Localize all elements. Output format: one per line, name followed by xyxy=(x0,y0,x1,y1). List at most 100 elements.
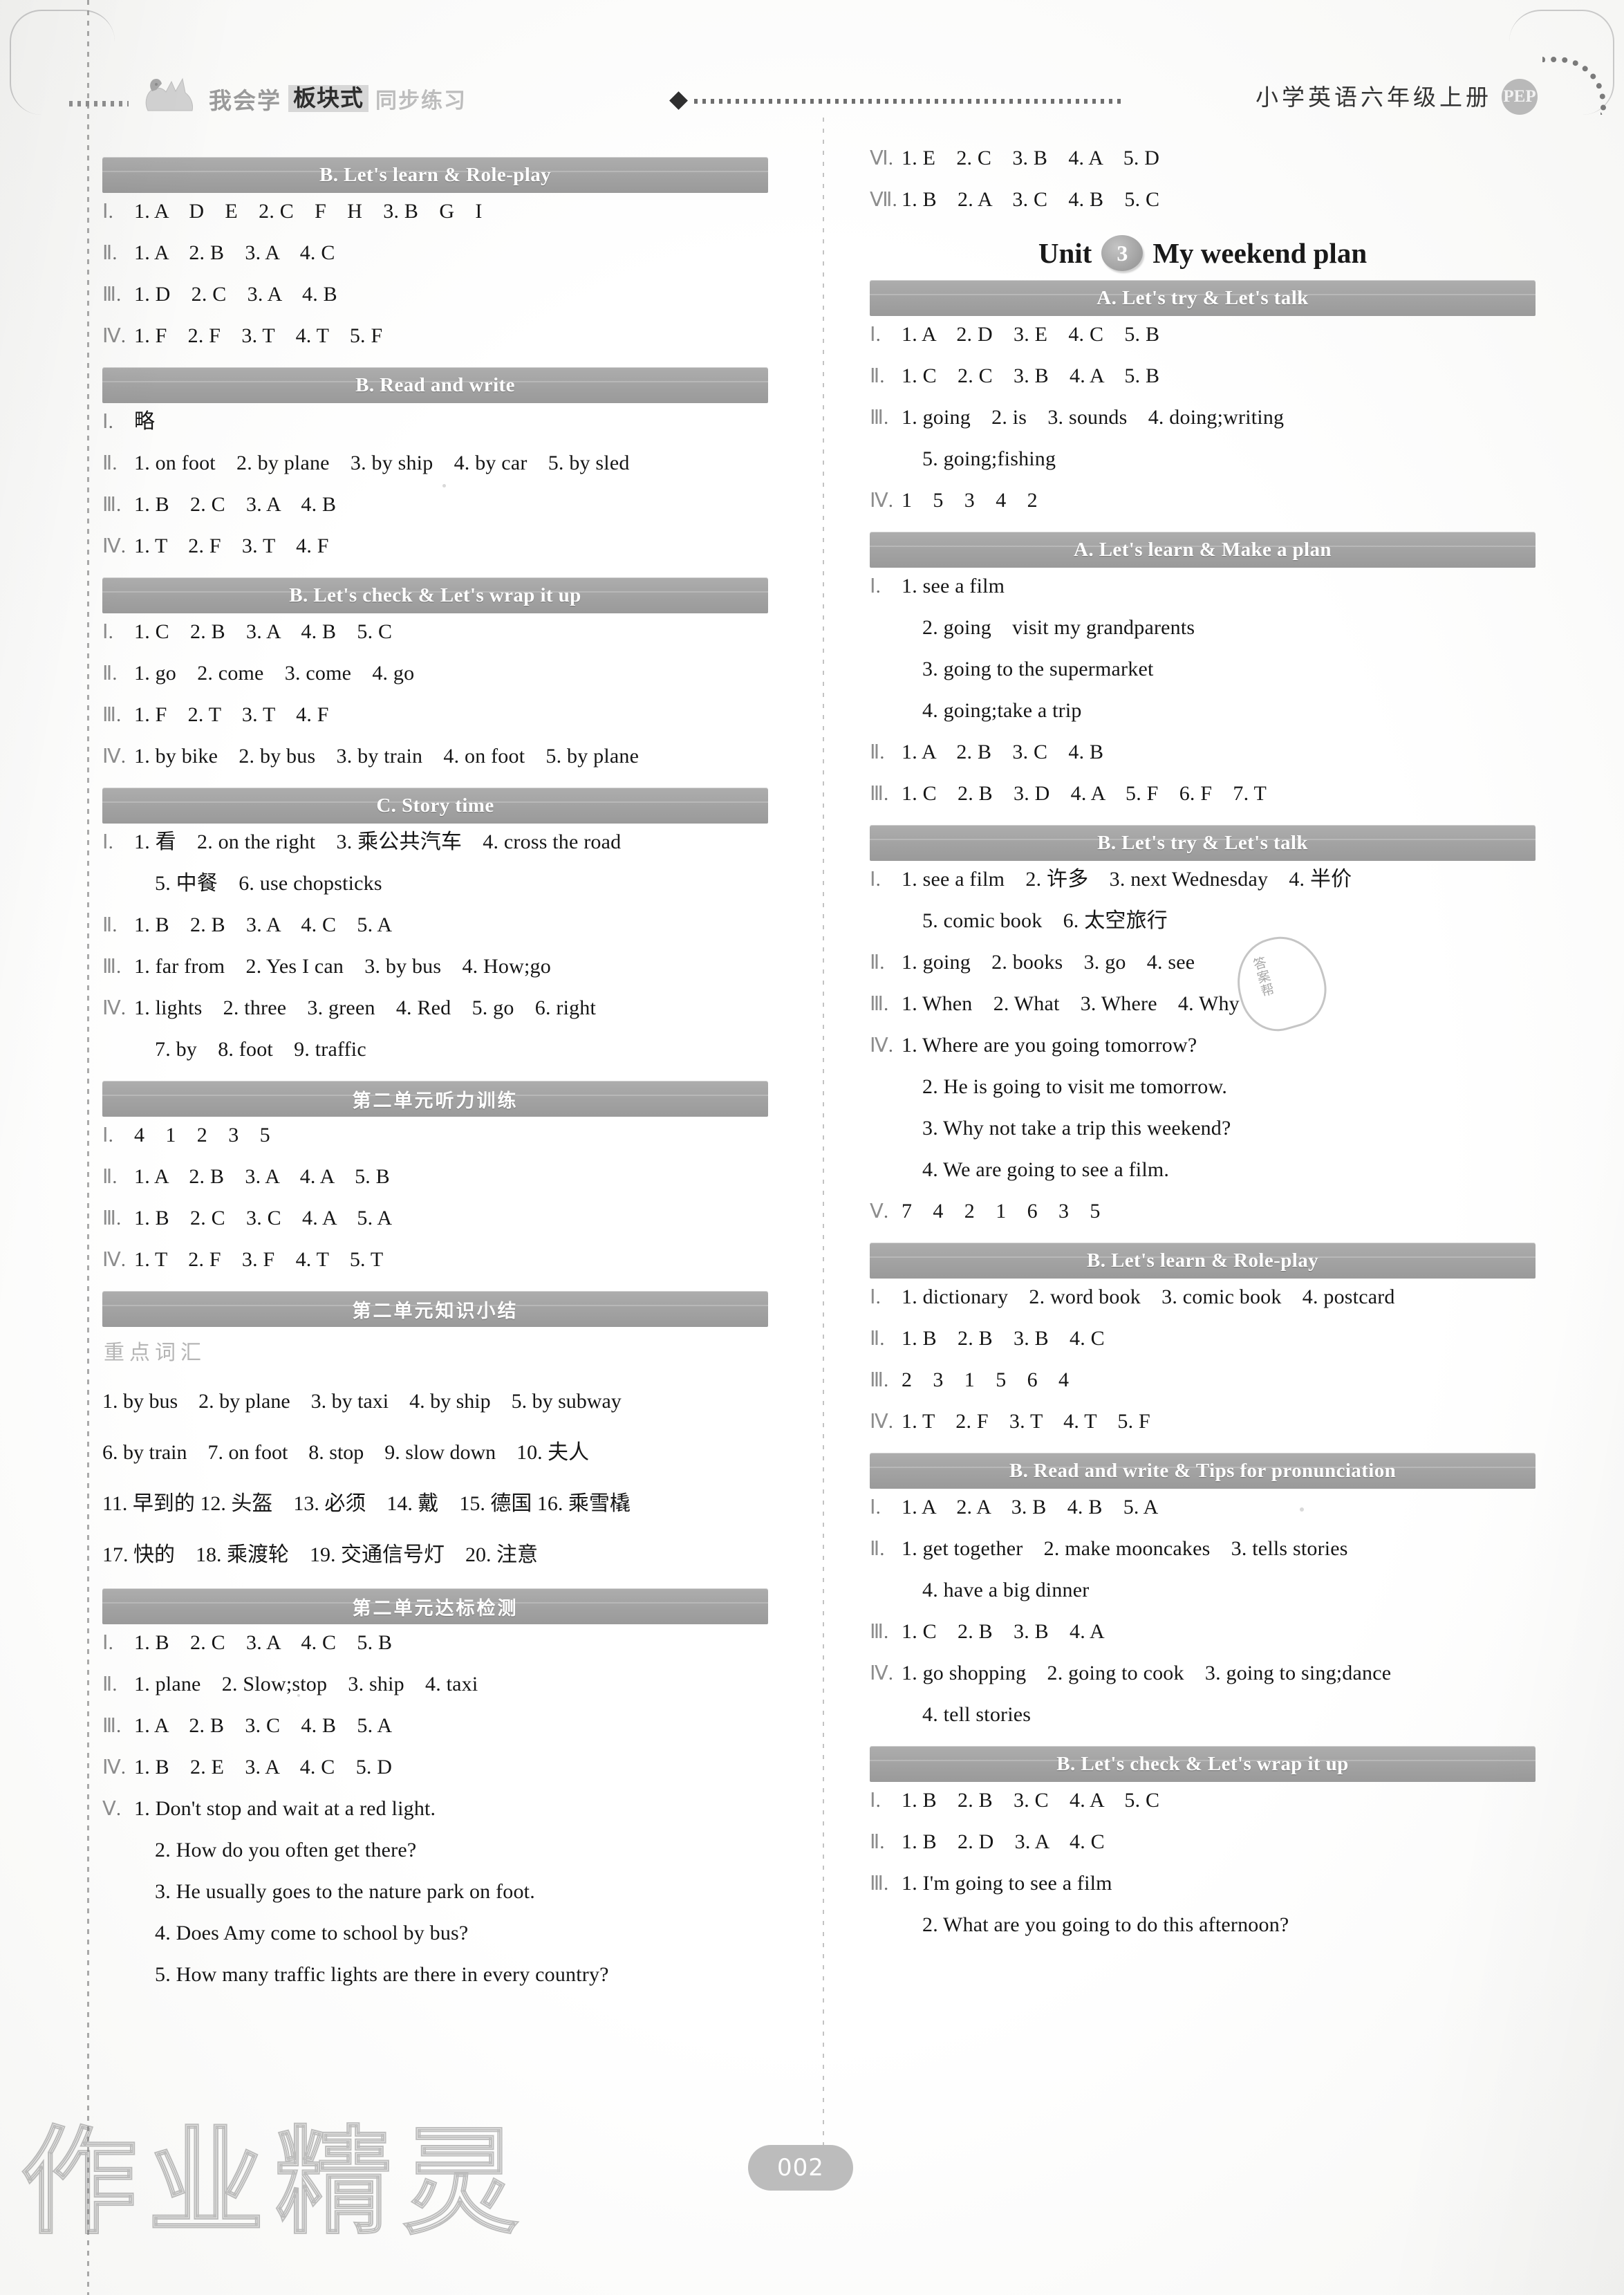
roman-numeral: Ⅱ xyxy=(870,741,880,763)
unit-word: Unit xyxy=(1038,237,1092,269)
answer-row-continued: 5. How many traffic lights are there in … xyxy=(155,1964,768,1985)
exercise-number: Ⅱ. xyxy=(870,365,885,387)
roman-numeral: Ⅰ xyxy=(102,1632,109,1654)
section-banner-label: B. Let's learn & Role-play xyxy=(1086,1249,1318,1272)
answer-row: Ⅲ. 1. F 2. T 3. T 4. F xyxy=(102,705,768,725)
exercise-number: Ⅲ. xyxy=(870,1873,889,1895)
answer-text: 2. How do you often get there? xyxy=(155,1839,417,1861)
exercise-number: Ⅲ. xyxy=(102,1715,122,1737)
answer-row: Ⅰ. 1. dictionary 2. word book 3. comic bo… xyxy=(870,1287,1536,1308)
answer-row: Ⅰ. 1. see a film xyxy=(870,576,1536,597)
answer-text: 1. lights 2. three 3. green 4. Red 5. go… xyxy=(134,996,597,1019)
exercise-number: Ⅰ. xyxy=(102,1632,113,1654)
answer-row: Ⅱ. 1. A 2. B 3. A 4. C xyxy=(102,243,768,263)
answer-text: 1. by bike 2. by bus 3. by train 4. on f… xyxy=(134,745,640,768)
exercise-number: Ⅲ. xyxy=(870,407,889,429)
section-banner: B. Let's check & Let's wrap it up xyxy=(870,1746,1536,1782)
answer-text: 2 3 1 5 6 4 xyxy=(902,1368,1070,1391)
exercise-number: Ⅱ. xyxy=(102,914,118,936)
exercise-number: Ⅰ. xyxy=(870,868,881,891)
section-banner: B. Let's learn & Role-play xyxy=(102,157,768,193)
answer-text: 2. What are you going to do this afterno… xyxy=(922,1913,1289,1936)
answer-text: 1. When 2. What 3. Where 4. Why xyxy=(902,992,1240,1015)
answer-row-continued: 7. by 8. foot 9. traffic xyxy=(155,1039,768,1060)
answer-row-continued: 3. He usually goes to the nature park on… xyxy=(155,1881,768,1902)
page-header: 我会学 板块式 同步练习 小学英语六年级上册 PEP xyxy=(0,57,1624,118)
roman-numeral: Ⅳ xyxy=(102,535,121,557)
section-banner: B. Let's try & Let's talk xyxy=(870,825,1536,861)
roman-numeral: Ⅲ xyxy=(870,993,884,1015)
answer-row-continued: 3. Why not take a trip this weekend? xyxy=(922,1118,1536,1139)
answer-text: 1. dictionary 2. word book 3. comic book… xyxy=(902,1285,1395,1308)
vocabulary-line: 1. by bus 2. by plane 3. by taxi 4. by s… xyxy=(102,1390,622,1413)
exercise-number: Ⅱ. xyxy=(870,1831,885,1853)
exercise-number: Ⅳ. xyxy=(102,745,127,768)
roman-numeral: Ⅶ xyxy=(870,189,893,211)
header-dots-right-curve xyxy=(1542,57,1606,115)
answer-row: Ⅰ. 1. 看 2. on the right 3. 乘公共汽车 4. cross… xyxy=(102,832,768,853)
answer-row: Ⅴ. 1. Don't stop and wait at a red light. xyxy=(102,1799,768,1819)
answer-text: 1. going 2. is 3. sounds 4. doing;writin… xyxy=(902,406,1285,429)
exercise-number: Ⅳ. xyxy=(870,1662,894,1684)
answer-row: Ⅳ. 1. F 2. F 3. T 4. T 5. F xyxy=(102,326,768,346)
answer-text: 3. He usually goes to the nature park on… xyxy=(155,1880,535,1903)
answer-row-continued: 4. going;take a trip xyxy=(922,700,1536,721)
exercise-number: Ⅳ. xyxy=(870,1034,894,1057)
answer-row: Ⅲ. 1. A 2. B 3. C 4. B 5. A xyxy=(102,1716,768,1736)
answer-text: 2. going visit my grandparents xyxy=(922,616,1195,639)
answer-text: 1. A 2. B 3. A 4. C xyxy=(134,241,335,264)
answer-text: 1. B 2. C 3. A 4. B xyxy=(134,493,337,516)
answer-text: 1. B 2. B 3. A 4. C 5. A xyxy=(134,913,393,936)
exercise-number: Ⅲ. xyxy=(870,783,889,805)
answer-row-continued: 4. We are going to see a film. xyxy=(922,1160,1536,1180)
exercise-number: Ⅲ. xyxy=(102,704,122,726)
answer-row-continued: 2. What are you going to do this afterno… xyxy=(922,1915,1536,1935)
answer-row: Ⅰ. 略 xyxy=(102,411,768,432)
header-brand: 我会学 板块式 同步练习 xyxy=(136,71,467,112)
section-banner: A. Let's try & Let's talk xyxy=(870,280,1536,316)
section-banner-label: B. Read and write & Tips for pronunciati… xyxy=(1009,1459,1397,1482)
vocabulary-line: 17. 快的 18. 乘渡轮 19. 交通信号灯 20. 注意 xyxy=(102,1543,538,1566)
answer-text: 5. going;fishing xyxy=(922,447,1056,470)
exercise-number: Ⅰ. xyxy=(870,575,881,597)
exercise-number: Ⅰ. xyxy=(102,201,113,223)
answer-row: Ⅲ. 1. C 2. B 3. B 4. A xyxy=(870,1622,1536,1642)
exercise-number: Ⅲ. xyxy=(870,993,889,1015)
answer-row-continued: 3. going to the supermarket xyxy=(922,659,1536,680)
answer-text: 1. T 2. F 3. T 4. T 5. F xyxy=(902,1410,1150,1433)
exercise-number: Ⅳ. xyxy=(102,1756,127,1778)
exercise-number: Ⅲ. xyxy=(102,494,122,516)
answer-text: 1. plane 2. Slow;stop 3. ship 4. taxi xyxy=(134,1673,478,1695)
answer-row: Ⅲ. 1. C 2. B 3. D 4. A 5. F 6. F 7. T xyxy=(870,783,1536,804)
roman-numeral: Ⅳ xyxy=(870,490,888,512)
answer-row: Ⅳ. 1. B 2. E 3. A 4. C 5. D xyxy=(102,1757,768,1778)
answer-text: 4. have a big dinner xyxy=(922,1579,1090,1601)
roman-numeral: Ⅱ xyxy=(870,365,880,387)
answer-row: Ⅰ. 4 1 2 3 5 xyxy=(102,1125,768,1146)
roman-numeral: Ⅴ xyxy=(102,1798,116,1820)
answer-key-page: 我会学 板块式 同步练习 小学英语六年级上册 PEP B. Let's lear… xyxy=(0,0,1624,2295)
section-banner: B. Read and write xyxy=(102,367,768,403)
roman-numeral: Ⅱ xyxy=(102,914,113,936)
exercise-number: Ⅱ. xyxy=(870,1538,885,1560)
answer-text: 1. A 2. D 3. E 4. C 5. B xyxy=(902,323,1160,346)
roman-numeral: Ⅱ xyxy=(870,1538,880,1560)
roman-numeral: Ⅳ xyxy=(102,1756,121,1778)
answer-text: 1. 看 2. on the right 3. 乘公共汽车 4. cross t… xyxy=(134,830,622,853)
answer-row: Ⅳ. 1. T 2. F 3. F 4. T 5. T xyxy=(102,1249,768,1270)
answer-row: Ⅵ. 1. E 2. C 3. B 4. A 5. D xyxy=(870,148,1536,169)
exercise-number: Ⅱ. xyxy=(102,662,118,685)
answer-row: Ⅱ. 1. A 2. B 3. A 4. A 5. B xyxy=(102,1167,768,1187)
roman-numeral: Ⅵ xyxy=(870,147,888,169)
answer-text: 1. A 2. B 3. A 4. A 5. B xyxy=(134,1165,390,1188)
section-banner-label: C. Story time xyxy=(376,794,494,817)
exercise-number: Ⅰ. xyxy=(870,324,881,346)
roman-numeral: Ⅱ xyxy=(102,242,113,264)
section-banner-label: 第二单元达标检测 xyxy=(352,1597,519,1619)
answer-text: 1. B 2. C 3. A 4. C 5. B xyxy=(134,1631,393,1654)
exercise-number: Ⅰ. xyxy=(870,1286,881,1308)
section-banner: C. Story time xyxy=(102,788,768,824)
roman-numeral: Ⅳ xyxy=(870,1662,888,1684)
section-banner-label: B. Let's try & Let's talk xyxy=(1097,831,1308,854)
exercise-number: Ⅱ. xyxy=(870,741,885,763)
